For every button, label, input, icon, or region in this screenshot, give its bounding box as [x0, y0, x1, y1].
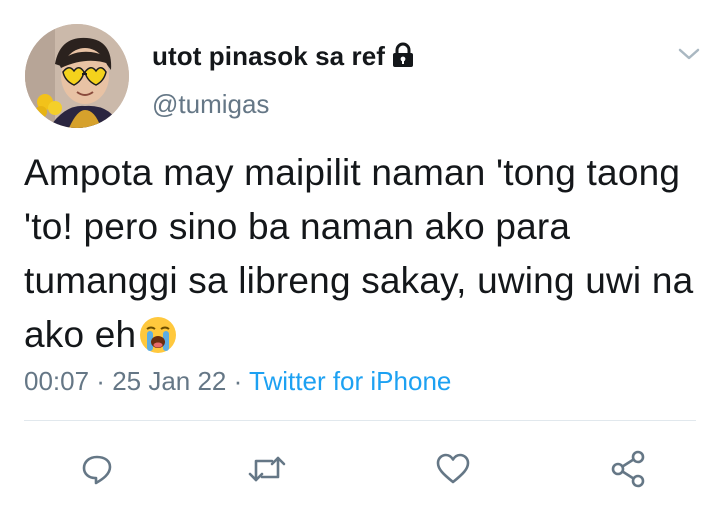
tweet-meta: 00:07 · 25 Jan 22 · Twitter for iPhone	[24, 366, 451, 397]
meta-separator-2: ·	[226, 366, 250, 396]
share-icon[interactable]	[604, 444, 654, 494]
tweet-date: 25 Jan 22	[112, 366, 227, 396]
reply-icon[interactable]	[72, 444, 122, 494]
display-name[interactable]: utot pinasok sa ref	[152, 41, 416, 75]
like-icon[interactable]	[428, 444, 478, 494]
tweet-text-body: Ampota may maipilit naman 'tong taong 't…	[24, 152, 694, 355]
divider	[24, 420, 696, 421]
loudly-crying-face-icon	[138, 315, 178, 370]
avatar[interactable]	[25, 24, 129, 128]
retweet-icon[interactable]	[242, 444, 292, 494]
chevron-down-icon[interactable]	[676, 44, 702, 64]
display-name-text[interactable]: utot pinasok sa ref	[152, 41, 385, 71]
tweet-text: Ampota may maipilit naman 'tong taong 't…	[24, 146, 704, 370]
tweet-actions	[0, 444, 720, 494]
lock-icon	[390, 42, 416, 75]
user-handle[interactable]: @tumigas	[152, 89, 269, 120]
tweet-source-link[interactable]: Twitter for iPhone	[249, 366, 451, 396]
tweet-time: 00:07	[24, 366, 90, 396]
meta-separator: ·	[89, 366, 113, 396]
